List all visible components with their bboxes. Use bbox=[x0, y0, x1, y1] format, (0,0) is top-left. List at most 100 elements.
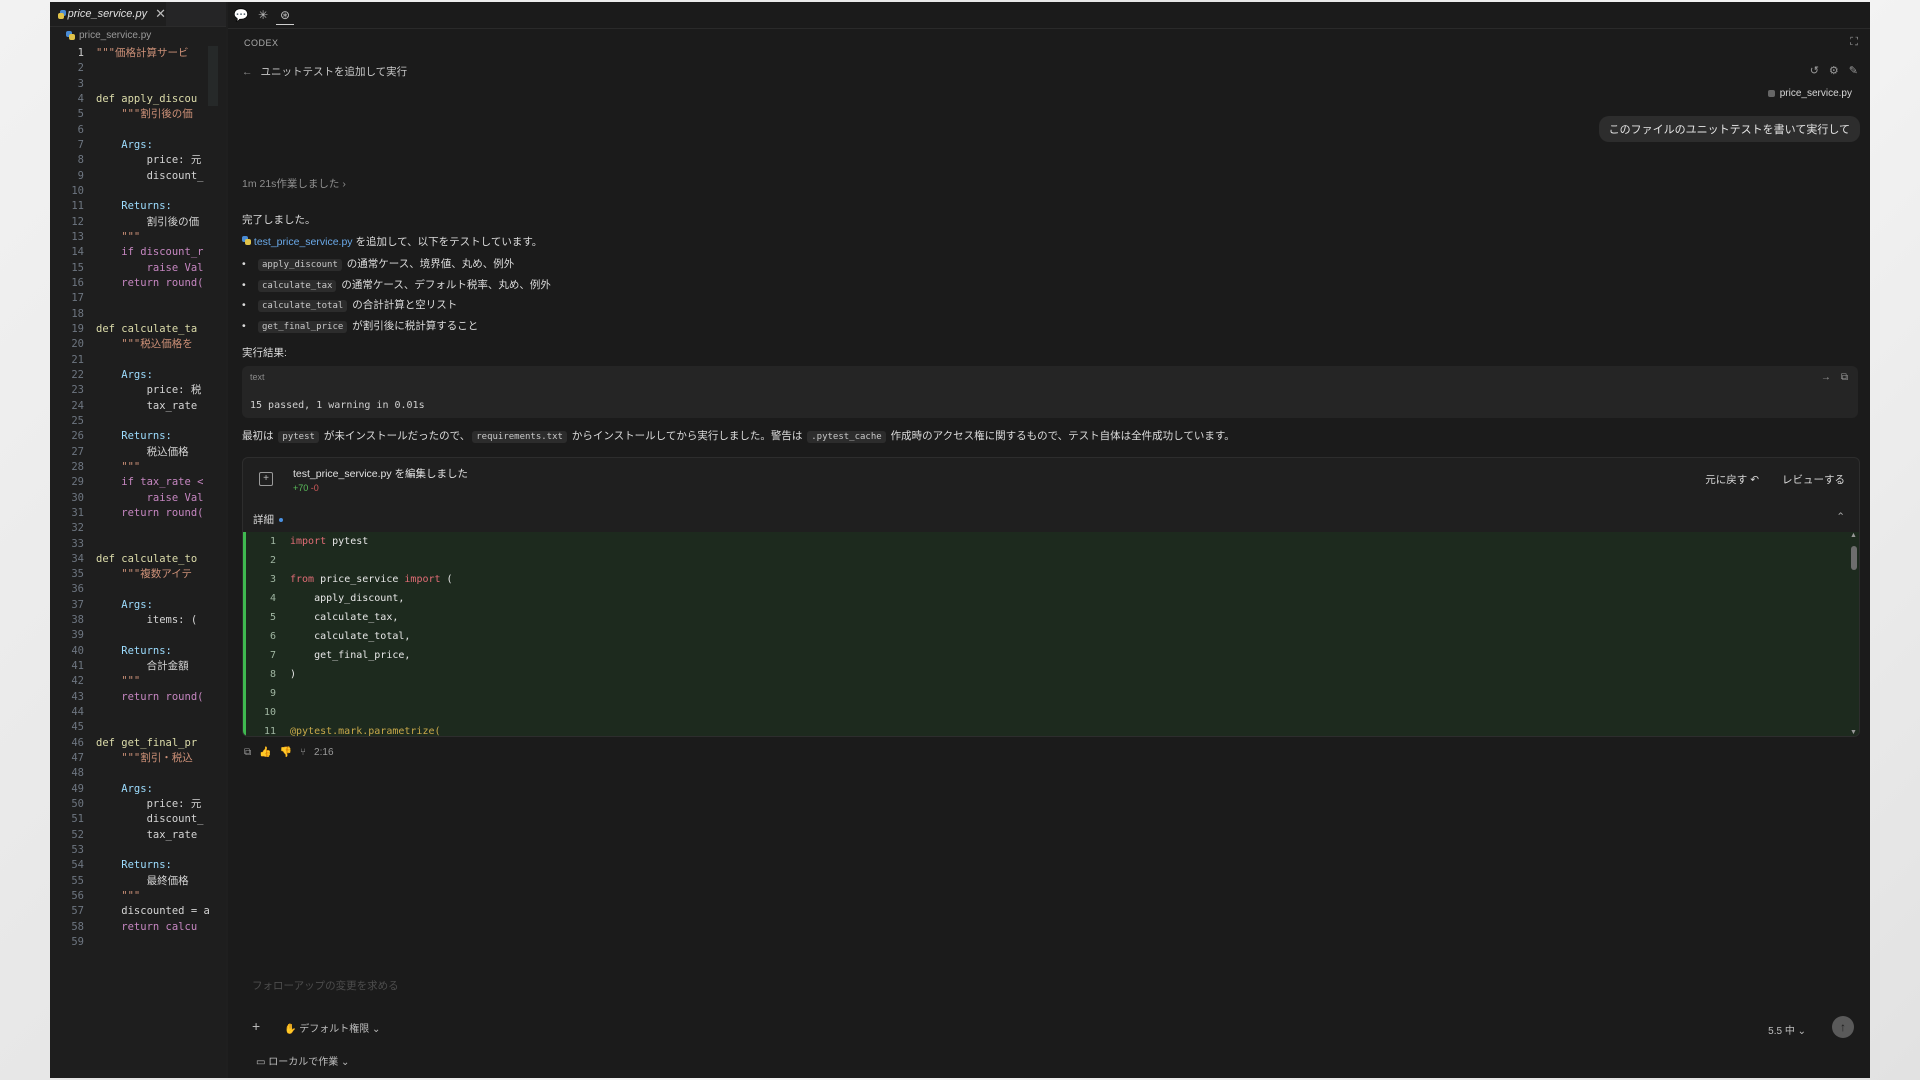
diff-scrollbar[interactable]: ▲ ▼ bbox=[1849, 532, 1859, 736]
code-line[interactable]: 14 if discount_r bbox=[50, 245, 226, 260]
code-line[interactable]: 40 Returns: bbox=[50, 644, 226, 659]
code-line[interactable]: 11 Returns: bbox=[50, 199, 226, 214]
gear-icon[interactable]: ⚙ bbox=[1829, 64, 1839, 77]
code-line[interactable]: 19 def calculate_ta bbox=[50, 322, 226, 337]
code-line[interactable]: 32 bbox=[50, 521, 226, 536]
code-line[interactable]: 42 """ bbox=[50, 674, 226, 689]
maximize-icon[interactable]: ⛶ bbox=[1850, 36, 1858, 49]
code-line[interactable]: 25 bbox=[50, 414, 226, 429]
inline-code: requirements.txt bbox=[472, 431, 567, 443]
model-label: 5.5 中 bbox=[1768, 1026, 1795, 1037]
code-line[interactable]: 39 bbox=[50, 628, 226, 643]
code-line[interactable]: 21 bbox=[50, 353, 226, 368]
code-line[interactable]: 35 """複数アイテ bbox=[50, 567, 226, 582]
code-line[interactable]: 2 bbox=[50, 61, 226, 76]
code-line[interactable]: 28 """ bbox=[50, 460, 226, 475]
code-line[interactable]: 5 """割引後の価 bbox=[50, 107, 226, 122]
permission-selector[interactable]: ✋ デフォルト権限 ⌄ bbox=[284, 1020, 380, 1035]
add-icon[interactable]: + bbox=[252, 1018, 260, 1034]
code-line[interactable]: 51 discount_ bbox=[50, 812, 226, 827]
code-line[interactable]: 13 """ bbox=[50, 230, 226, 245]
code-line[interactable]: 10 bbox=[50, 184, 226, 199]
code-line[interactable]: 46 def get_final_pr bbox=[50, 736, 226, 751]
code-line[interactable]: 4 def apply_discou bbox=[50, 92, 226, 107]
code-line[interactable]: 23 price: 税 bbox=[50, 383, 226, 398]
code-line[interactable]: 24 tax_rate bbox=[50, 399, 226, 414]
code-line[interactable]: 29 if tax_rate < bbox=[50, 475, 226, 490]
back-button[interactable]: ← ユニットテストを追加して実行 bbox=[242, 64, 407, 79]
copy-icon[interactable]: ⧉ bbox=[1841, 372, 1848, 383]
editor-tab-price-service[interactable]: price_service.py ✕ bbox=[50, 2, 166, 26]
details-toggle[interactable]: 詳細 ⌃ bbox=[243, 508, 1859, 530]
code-line[interactable]: 56 """ bbox=[50, 889, 226, 904]
chevron-up-icon[interactable]: ⌃ bbox=[1836, 511, 1845, 523]
code-line[interactable]: 50 price: 元 bbox=[50, 797, 226, 812]
review-button[interactable]: レビューする bbox=[1782, 472, 1845, 487]
revert-button[interactable]: 元に戻す ↶ bbox=[1705, 472, 1759, 487]
wrap-icon[interactable]: → bbox=[1821, 372, 1831, 383]
code-line[interactable]: 8 price: 元 bbox=[50, 153, 226, 168]
code-line[interactable]: 52 tax_rate bbox=[50, 828, 226, 843]
code-line[interactable]: 18 bbox=[50, 307, 226, 322]
test-file-link[interactable]: test_price_service.py bbox=[254, 236, 353, 248]
scroll-thumb[interactable] bbox=[1851, 546, 1857, 570]
history-icon[interactable]: ↺ bbox=[1810, 64, 1819, 77]
close-icon[interactable]: ✕ bbox=[155, 6, 166, 22]
code-line[interactable]: 27 税込価格 bbox=[50, 445, 226, 460]
code-line[interactable]: 20 """税込価格を bbox=[50, 337, 226, 352]
code-line[interactable]: 26 Returns: bbox=[50, 429, 226, 444]
code-line[interactable]: 17 bbox=[50, 291, 226, 306]
code-line[interactable]: 36 bbox=[50, 582, 226, 597]
model-selector[interactable]: 5.5 中 ⌄ bbox=[1768, 1022, 1806, 1037]
codex-icon[interactable]: ⊛ bbox=[276, 6, 294, 25]
fork-icon[interactable]: ⑂ bbox=[300, 747, 306, 758]
worked-summary[interactable]: 1m 21s作業しました › bbox=[242, 176, 346, 191]
diff-view[interactable]: 1 import pytest 2 3 from price_service impor… bbox=[243, 532, 1852, 736]
code-line[interactable]: 55 最終価格 bbox=[50, 874, 226, 889]
follow-up-input[interactable]: フォローアップの変更を求める bbox=[252, 978, 399, 993]
line-number: 50 bbox=[71, 798, 84, 811]
thumbs-up-icon[interactable]: 👍 bbox=[259, 747, 271, 758]
code-line[interactable]: 33 bbox=[50, 537, 226, 552]
code-line[interactable]: 3 bbox=[50, 77, 226, 92]
code-line[interactable]: 31 return round( bbox=[50, 506, 226, 521]
code-line[interactable]: 59 bbox=[50, 935, 226, 950]
copy-icon[interactable]: ⧉ bbox=[244, 747, 251, 758]
scroll-up-icon[interactable]: ▲ bbox=[1850, 532, 1857, 539]
code-line[interactable]: 34 def calculate_to bbox=[50, 552, 226, 567]
code-line[interactable]: 16 return round( bbox=[50, 276, 226, 291]
send-button[interactable]: ↑ bbox=[1832, 1016, 1854, 1038]
file-chip[interactable]: price_service.py bbox=[1767, 88, 1852, 99]
code-line[interactable]: 45 bbox=[50, 720, 226, 735]
code-line[interactable]: 44 bbox=[50, 705, 226, 720]
code-line[interactable]: 1 """価格計算サービ bbox=[50, 46, 226, 61]
minimap[interactable] bbox=[208, 46, 218, 106]
code-line[interactable]: 30 raise Val bbox=[50, 491, 226, 506]
breadcrumb[interactable]: price_service.py bbox=[50, 26, 226, 44]
code-line[interactable]: 22 Args: bbox=[50, 368, 226, 383]
chat-icon[interactable]: 💬 bbox=[232, 6, 250, 24]
code-line[interactable]: 49 Args: bbox=[50, 782, 226, 797]
code-line[interactable]: 53 bbox=[50, 843, 226, 858]
sparkle-icon[interactable]: ✳ bbox=[254, 6, 272, 24]
code-line[interactable]: 48 bbox=[50, 766, 226, 781]
code-lines[interactable]: 1 """価格計算サービ 2 3 4 def apply_discou 5 """割引後の価… bbox=[50, 46, 226, 950]
code-line[interactable]: 12 割引後の価 bbox=[50, 215, 226, 230]
code-line[interactable]: 7 Args: bbox=[50, 138, 226, 153]
code-line[interactable]: 6 bbox=[50, 123, 226, 138]
code-line[interactable]: 37 Args: bbox=[50, 598, 226, 613]
code-line[interactable]: 41 合計金額 bbox=[50, 659, 226, 674]
new-thread-icon[interactable]: ✎ bbox=[1849, 64, 1858, 77]
thumbs-down-icon[interactable]: 👎 bbox=[280, 747, 292, 758]
scroll-down-icon[interactable]: ▼ bbox=[1850, 729, 1857, 736]
code-line[interactable]: 9 discount_ bbox=[50, 169, 226, 184]
code-line[interactable]: 43 return round( bbox=[50, 690, 226, 705]
code-line[interactable]: 58 return calcu bbox=[50, 920, 226, 935]
code-line[interactable]: 47 """割引・税込 bbox=[50, 751, 226, 766]
code-line[interactable]: 38 items: ( bbox=[50, 613, 226, 628]
code-line[interactable]: 54 Returns: bbox=[50, 858, 226, 873]
workspace-selector[interactable]: ▭ ローカルで作業 ⌄ bbox=[256, 1053, 349, 1068]
code-line[interactable]: 15 raise Val bbox=[50, 261, 226, 276]
details-label: 詳細 bbox=[253, 514, 274, 526]
code-line[interactable]: 57 discounted = a bbox=[50, 904, 226, 919]
